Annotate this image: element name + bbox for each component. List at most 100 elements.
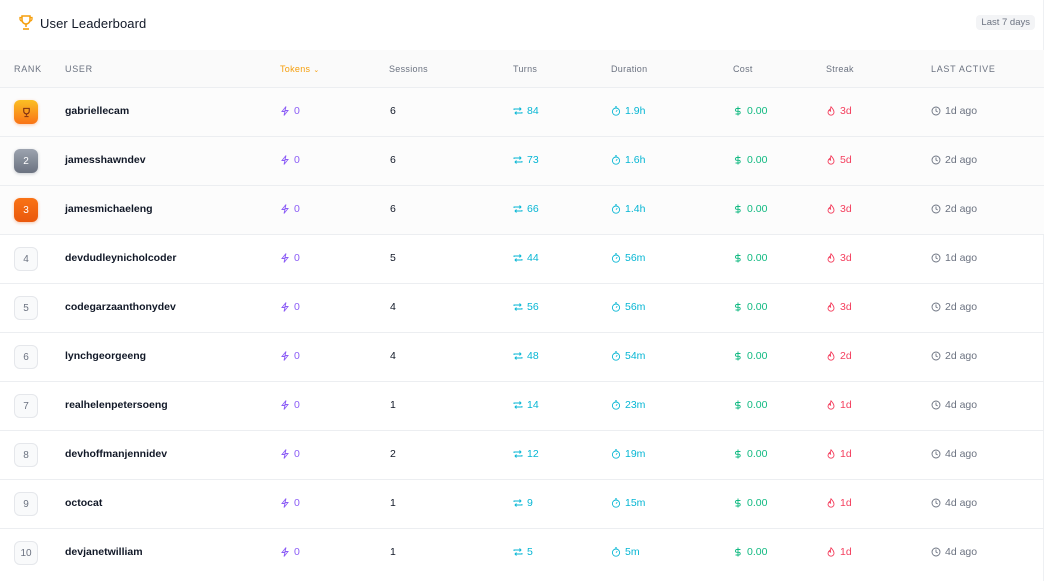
- flame-icon: [826, 351, 836, 361]
- user-name[interactable]: jamesmichaeleng: [65, 203, 153, 215]
- table-row[interactable]: 7 realhelenpetersoeng 0 1 14 23m 0.00 1d…: [0, 382, 1044, 431]
- cost-value: 0.00: [733, 546, 767, 558]
- duration-text: 5m: [625, 546, 640, 558]
- tokens-text: 0: [294, 399, 300, 411]
- turns-value: 14: [513, 399, 539, 411]
- clock-icon: [931, 302, 941, 312]
- turns-text: 66: [527, 203, 539, 215]
- table-row[interactable]: 8 devhoffmanjennidev 0 2 12 19m 0.00 1d …: [0, 431, 1044, 480]
- timer-icon: [611, 204, 621, 214]
- duration-value: 1.9h: [611, 105, 645, 117]
- repeat-icon: [513, 498, 523, 508]
- user-name[interactable]: devjanetwilliam: [65, 546, 143, 558]
- clock-icon: [931, 547, 941, 557]
- tokens-text: 0: [294, 203, 300, 215]
- clock-icon: [931, 253, 941, 263]
- user-name[interactable]: jamesshawndev: [65, 154, 146, 166]
- tokens-value: 0: [280, 252, 300, 264]
- tokens-text: 0: [294, 497, 300, 509]
- tokens-text: 0: [294, 154, 300, 166]
- zap-icon: [280, 498, 290, 508]
- sessions-value: 4: [390, 301, 396, 313]
- user-name[interactable]: lynchgeorgeeng: [65, 350, 146, 362]
- cost-text: 0.00: [747, 497, 768, 509]
- column-last-active[interactable]: Last Active: [931, 64, 996, 74]
- sessions-value: 1: [390, 497, 396, 509]
- user-name[interactable]: devhoffmanjennidev: [65, 448, 167, 460]
- flame-icon: [826, 155, 836, 165]
- timer-icon: [611, 498, 621, 508]
- rank-badge: 9: [14, 492, 38, 516]
- tokens-text: 0: [294, 252, 300, 264]
- column-sessions[interactable]: Sessions: [389, 64, 428, 74]
- turns-value: 73: [513, 154, 539, 166]
- dollar-icon: [733, 253, 743, 263]
- streak-value: 2d: [826, 350, 852, 362]
- turns-text: 48: [527, 350, 539, 362]
- last-active-value: 2d ago: [931, 350, 977, 362]
- dollar-icon: [733, 547, 743, 557]
- user-name[interactable]: codegarzaanthonydev: [65, 301, 176, 313]
- table-row[interactable]: 6 lynchgeorgeeng 0 4 48 54m 0.00 2d 2d a…: [0, 333, 1044, 382]
- dollar-icon: [733, 106, 743, 116]
- flame-icon: [826, 498, 836, 508]
- user-name[interactable]: gabriellecam: [65, 105, 129, 117]
- user-name[interactable]: realhelenpetersoeng: [65, 399, 168, 411]
- rank-badge: 4: [14, 247, 38, 271]
- duration-text: 54m: [625, 350, 646, 362]
- date-range-badge[interactable]: Last 7 days: [976, 15, 1035, 30]
- page-title: User Leaderboard: [40, 15, 147, 31]
- dollar-icon: [733, 155, 743, 165]
- clock-icon: [931, 351, 941, 361]
- repeat-icon: [513, 400, 523, 410]
- duration-text: 15m: [625, 497, 646, 509]
- last-active-value: 2d ago: [931, 301, 977, 313]
- timer-icon: [611, 449, 621, 459]
- streak-text: 1d: [840, 399, 852, 411]
- column-user[interactable]: User: [65, 64, 93, 74]
- last-active-value: 2d ago: [931, 203, 977, 215]
- streak-text: 5d: [840, 154, 852, 166]
- repeat-icon: [513, 547, 523, 557]
- table-row[interactable]: 2 jamesshawndev 0 6 73 1.6h 0.00 5d 2d a…: [0, 137, 1044, 186]
- user-name[interactable]: octocat: [65, 497, 102, 509]
- duration-value: 15m: [611, 497, 645, 509]
- zap-icon: [280, 253, 290, 263]
- column-tokens-label: Tokens: [280, 64, 311, 74]
- column-tokens[interactable]: Tokens ⌄: [280, 64, 320, 74]
- streak-value: 1d: [826, 399, 852, 411]
- table-row[interactable]: gabriellecam 0 6 84 1.9h 0.00 3d 1d ago: [0, 88, 1044, 137]
- streak-text: 3d: [840, 203, 852, 215]
- table-row[interactable]: 5 codegarzaanthonydev 0 4 56 56m 0.00 3d…: [0, 284, 1044, 333]
- cost-value: 0.00: [733, 105, 767, 117]
- user-name[interactable]: devdudleynicholcoder: [65, 252, 176, 264]
- table-row[interactable]: 9 octocat 0 1 9 15m 0.00 1d 4d ago: [0, 480, 1044, 529]
- duration-text: 56m: [625, 252, 646, 264]
- tokens-text: 0: [294, 448, 300, 460]
- last-active-text: 4d ago: [945, 546, 978, 558]
- rank-badge: 10: [14, 541, 38, 565]
- column-turns[interactable]: Turns: [513, 64, 537, 74]
- trophy-icon: [18, 14, 34, 32]
- column-rank[interactable]: Rank: [14, 64, 42, 74]
- sessions-value: 4: [390, 350, 396, 362]
- duration-text: 56m: [625, 301, 646, 313]
- table-row[interactable]: 3 jamesmichaeleng 0 6 66 1.4h 0.00 3d 2d…: [0, 186, 1044, 235]
- column-duration[interactable]: Duration: [611, 64, 647, 74]
- flame-icon: [826, 204, 836, 214]
- zap-icon: [280, 155, 290, 165]
- table-row[interactable]: 10 devjanetwilliam 0 1 5 5m 0.00 1d 4d a…: [0, 529, 1044, 578]
- rank-badge: 6: [14, 345, 38, 369]
- tokens-value: 0: [280, 203, 300, 215]
- repeat-icon: [513, 449, 523, 459]
- table-row[interactable]: 4 devdudleynicholcoder 0 5 44 56m 0.00 3…: [0, 235, 1044, 284]
- column-cost[interactable]: Cost: [733, 64, 753, 74]
- turns-value: 9: [513, 497, 533, 509]
- streak-text: 1d: [840, 448, 852, 460]
- duration-value: 54m: [611, 350, 645, 362]
- rank-badge: [14, 100, 38, 124]
- column-streak[interactable]: Streak: [826, 64, 854, 74]
- sessions-value: 6: [390, 154, 396, 166]
- duration-value: 1.4h: [611, 203, 645, 215]
- tokens-value: 0: [280, 399, 300, 411]
